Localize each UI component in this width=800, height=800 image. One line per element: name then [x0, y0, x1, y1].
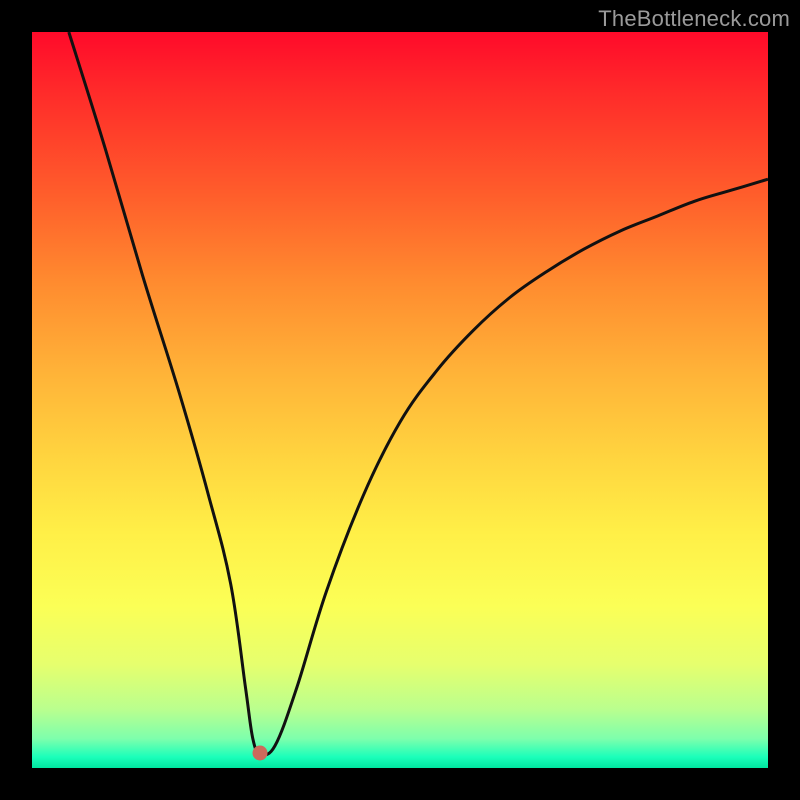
bottleneck-curve [32, 32, 768, 768]
chart-frame: TheBottleneck.com [0, 0, 800, 800]
plot-area [32, 32, 768, 768]
curve-path [69, 32, 768, 755]
watermark-text: TheBottleneck.com [598, 6, 790, 32]
minimum-marker-dot [253, 746, 268, 761]
